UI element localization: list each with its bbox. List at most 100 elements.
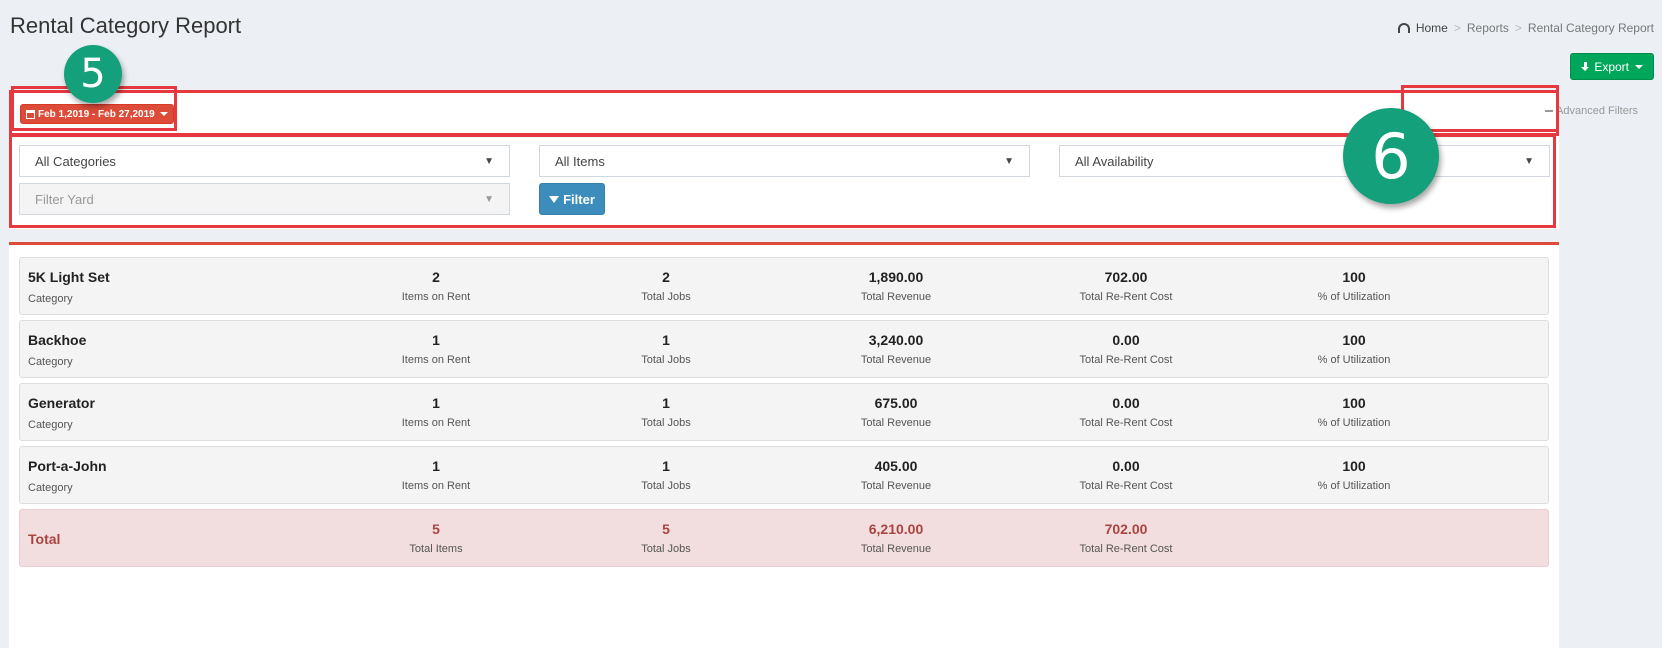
metric-value: 702.00	[1104, 521, 1148, 537]
caret-down-icon	[1635, 64, 1643, 69]
metric-label: Total Revenue	[860, 417, 932, 429]
metric-value: 702.00	[1104, 269, 1148, 285]
advanced-filters-label: Advanced Filters	[1556, 105, 1638, 117]
download-icon	[1581, 61, 1590, 72]
metric-label: Total Jobs	[641, 417, 691, 429]
metric-re-rent-cost: 0.00 Total Re-Rent Cost	[1036, 332, 1216, 366]
category-name: Port-a-John	[28, 458, 107, 474]
category-row: Generator Category 1 Items on Rent 1 Total Jo…	[19, 383, 1549, 441]
category-select[interactable]: All Categories ▼	[19, 145, 510, 177]
metric-label: Total Items	[409, 543, 463, 555]
metric-value: 100	[1342, 458, 1366, 474]
metric-label: Total Jobs	[641, 480, 691, 492]
filter-button-label: Filter	[563, 191, 595, 207]
metric-total-revenue: 675.00 Total Revenue	[806, 395, 986, 429]
breadcrumb-current: Rental Category Report	[1527, 21, 1654, 35]
metric-utilization: 100 % of Utilization	[1264, 395, 1444, 429]
metric-label: Total Re-Rent Cost	[1079, 291, 1173, 303]
breadcrumb: Home > Reports > Rental Category Report	[1397, 21, 1654, 35]
metric-value: 1	[432, 332, 440, 348]
export-label: Export	[1594, 59, 1629, 74]
dropdown-arrow-icon: ▼	[484, 193, 494, 205]
metric-items-on-rent: 1 Items on Rent	[346, 458, 526, 492]
category-name: Backhoe	[28, 332, 87, 348]
filter-button[interactable]: Filter	[539, 183, 605, 215]
metric-value: 1	[432, 395, 440, 411]
total-label: Total	[28, 531, 61, 547]
metric-re-rent-cost: 0.00 Total Re-Rent Cost	[1036, 458, 1216, 492]
caret-down-icon	[159, 112, 168, 116]
category-caption: Category	[28, 293, 73, 305]
category-row: Backhoe Category 1 Items on Rent 1 Total Jobs…	[19, 320, 1549, 378]
metric-total-revenue: 405.00 Total Revenue	[806, 458, 986, 492]
category-name: 5K Light Set	[28, 269, 110, 285]
metric-label: % of Utilization	[1317, 417, 1391, 429]
dropdown-arrow-icon: ▼	[484, 155, 494, 167]
breadcrumb-reports[interactable]: Reports	[1467, 21, 1509, 35]
metric-value: 6,210.00	[868, 521, 924, 537]
metric-re-rent-cost: 0.00 Total Re-Rent Cost	[1036, 395, 1216, 429]
metric-total-revenue: 6,210.00 Total Revenue	[806, 521, 986, 555]
breadcrumb-home[interactable]: Home	[1397, 21, 1448, 35]
category-name: Generator	[28, 395, 95, 411]
metric-total-jobs: 1 Total Jobs	[576, 458, 756, 492]
items-select[interactable]: All Items ▼	[539, 145, 1030, 177]
metric-label: Total Re-Rent Cost	[1079, 480, 1173, 492]
date-range-button[interactable]: Feb 1,2019 - Feb 27,2019	[20, 104, 174, 124]
metric-label: % of Utilization	[1317, 291, 1391, 303]
calendar-icon	[26, 109, 35, 119]
date-range-label: Feb 1,2019 - Feb 27,2019	[38, 108, 155, 120]
metric-value: 5	[432, 521, 440, 537]
availability-select-value: All Availability	[1075, 153, 1154, 169]
metric-utilization: 100 % of Utilization	[1264, 458, 1444, 492]
metric-total-jobs: 2 Total Jobs	[576, 269, 756, 303]
availability-select[interactable]: All Availability ▼	[1059, 145, 1550, 177]
metric-label: Items on Rent	[401, 354, 471, 366]
metric-label: Total Jobs	[641, 291, 691, 303]
metric-utilization: 100 % of Utilization	[1264, 269, 1444, 303]
dropdown-arrow-icon: ▼	[1524, 155, 1534, 167]
metric-label: Items on Rent	[401, 417, 471, 429]
metric-label: Total Revenue	[860, 291, 932, 303]
metric-value: 405.00	[874, 458, 918, 474]
metric-label: Items on Rent	[401, 291, 471, 303]
metric-value: 1	[662, 395, 670, 411]
metric-value: 100	[1342, 332, 1366, 348]
metric-value: 100	[1342, 395, 1366, 411]
metric-total-revenue: 1,890.00 Total Revenue	[806, 269, 986, 303]
metric-value: 675.00	[874, 395, 918, 411]
category-caption: Category	[28, 356, 73, 368]
breadcrumb-separator: >	[1514, 21, 1522, 35]
metric-value: 5	[662, 521, 670, 537]
metric-utilization: 100 % of Utilization	[1264, 332, 1444, 366]
dashboard-icon	[1397, 23, 1410, 33]
category-select-value: All Categories	[35, 153, 116, 169]
metric-value: 2	[662, 269, 670, 285]
metric-value: 0.00	[1112, 458, 1140, 474]
metric-value: 1	[432, 458, 440, 474]
metric-label: Total Jobs	[641, 354, 691, 366]
metric-label: Total Jobs	[641, 543, 691, 555]
minus-icon	[1545, 110, 1554, 112]
metric-value: 2	[432, 269, 440, 285]
category-row: Port-a-John Category 1 Items on Rent 1 Total …	[19, 446, 1549, 504]
metric-label: % of Utilization	[1317, 480, 1391, 492]
yard-filter-placeholder: Filter Yard	[35, 191, 94, 207]
metric-value: 3,240.00	[868, 332, 924, 348]
metric-items-on-rent: 1 Items on Rent	[346, 395, 526, 429]
metric-label: Total Re-Rent Cost	[1079, 354, 1173, 366]
dropdown-arrow-icon: ▼	[1004, 155, 1014, 167]
advanced-filters-toggle[interactable]: Advanced Filters	[1545, 105, 1638, 117]
breadcrumb-home-label: Home	[1415, 21, 1448, 35]
annotation-badge-6: 6	[1343, 108, 1439, 204]
metric-total-re-rent-cost: 702.00 Total Re-Rent Cost	[1036, 521, 1216, 555]
metric-value: 100	[1342, 269, 1366, 285]
metric-label: % of Utilization	[1317, 354, 1391, 366]
metric-items-on-rent: 2 Items on Rent	[346, 269, 526, 303]
metric-re-rent-cost: 702.00 Total Re-Rent Cost	[1036, 269, 1216, 303]
export-button[interactable]: Export	[1570, 53, 1654, 80]
yard-filter-select[interactable]: Filter Yard ▼	[19, 183, 510, 215]
metric-total-items: 5 Total Items	[346, 521, 526, 555]
metric-label: Items on Rent	[401, 480, 471, 492]
metric-total-revenue: 3,240.00 Total Revenue	[806, 332, 986, 366]
